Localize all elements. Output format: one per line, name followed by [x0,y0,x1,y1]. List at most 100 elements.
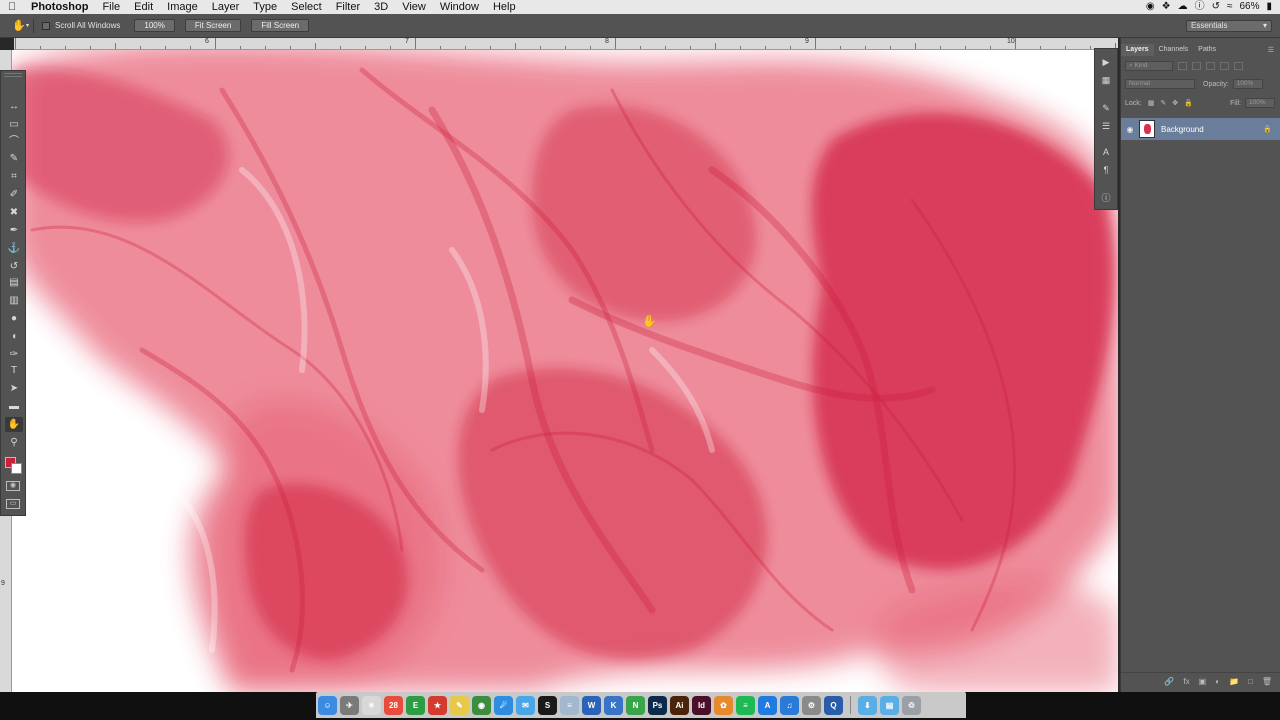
fill-screen-button[interactable]: Fill Screen [251,19,310,32]
info-icon[interactable]: ⓘ [1098,191,1114,205]
visibility-eye-icon[interactable]: ◉ [1121,125,1139,134]
paragraph-icon[interactable]: ¶ [1098,163,1114,177]
filter-type-icon[interactable] [1206,62,1215,70]
dock-safari-compass-icon[interactable]: ✴ [362,695,381,715]
menu-view[interactable]: View [395,0,433,14]
filter-smart-object-icon[interactable] [1234,62,1243,70]
tab-paths[interactable]: Paths [1193,44,1221,56]
brush-tool-icon[interactable]: ✒ [5,223,23,238]
lasso-tool-icon[interactable]: ⌒ [5,134,23,149]
panel-grip[interactable] [4,73,22,77]
layer-filter-select[interactable]: ⌕ Kind [1125,61,1173,71]
dock-textwrangler-icon[interactable]: ≡ [560,695,579,715]
menu-filter[interactable]: Filter [329,0,367,14]
dropbox-icon[interactable]: ❖ [1162,0,1171,14]
dock-spotify-icon[interactable]: ≡ [736,695,755,715]
dock-safari-icon[interactable]: ☄ [494,695,513,715]
workspace-switcher[interactable]: Essentials [1186,19,1272,32]
scroll-all-windows-checkbox[interactable] [42,21,51,30]
pen-tool-icon[interactable]: ✑ [5,347,23,362]
dock-keynote-icon[interactable]: K [604,695,623,715]
crop-tool-icon[interactable]: ⌗ [5,169,23,184]
lock-all-icon[interactable]: 🔒 [1184,99,1193,107]
layer-row-background[interactable]: ◉ Background 🔒 [1121,118,1280,140]
dock-skype-icon[interactable]: S [538,695,557,715]
filter-adjustment-icon[interactable] [1192,62,1201,70]
shape-tool-icon[interactable]: ▬ [5,399,23,414]
panel-menu-icon[interactable]: ☰ [1268,46,1274,54]
dock-word-icon[interactable]: W [582,695,601,715]
new-layer-icon[interactable]: □ [1248,677,1253,686]
dock-evernote-icon[interactable]: E [406,695,425,715]
layer-style-icon[interactable]: fx [1183,677,1189,686]
record-icon[interactable]: ◉ [1146,0,1155,14]
lock-transparency-icon[interactable]: ▦ [1148,99,1155,107]
menu-photoshop[interactable]: Photoshop [24,0,95,14]
battery-icon[interactable]: ▮ [1266,0,1272,14]
menu-layer[interactable]: Layer [205,0,247,14]
menu-3d[interactable]: 3D [367,0,395,14]
dock-photos-icon[interactable]: ✿ [714,695,733,715]
quick-mask-icon[interactable]: ◉ [6,481,20,491]
document-canvas[interactable]: ✋ [12,50,1118,692]
dock-photoshop-icon[interactable]: Ps [648,695,667,715]
new-group-icon[interactable]: 📁 [1229,677,1239,686]
background-color-swatch[interactable] [11,463,22,474]
adjustment-layer-icon[interactable]: ◐ [1215,677,1220,686]
quick-select-tool-icon[interactable]: ✎ [5,151,23,166]
adjustments-icon[interactable]: ☰ [1098,119,1114,133]
dock-downloads-folder-icon[interactable]: ⬇ [858,695,877,715]
gradient-tool-icon[interactable]: ▥ [5,293,23,308]
filter-pixel-icon[interactable] [1178,62,1187,70]
menu-type[interactable]: Type [246,0,284,14]
dock-documents-folder-icon[interactable]: ▤ [880,695,899,715]
character-icon[interactable]: A [1098,145,1114,159]
dock-quicktime-icon[interactable]: Q [824,695,843,715]
add-mask-icon[interactable]: ▣ [1199,677,1207,686]
dock-chrome-icon[interactable]: ◉ [472,695,491,715]
dock-notes-icon[interactable]: ✎ [450,695,469,715]
menu-window[interactable]: Window [433,0,486,14]
zoom-tool-icon[interactable]: ⚲ [5,435,23,450]
dock-numbers-icon[interactable]: N [626,695,645,715]
dock-wunderlist-icon[interactable]: ★ [428,695,447,715]
tab-layers[interactable]: Layers [1121,44,1154,56]
fit-screen-button[interactable]: Fit Screen [184,19,242,32]
dock-finder-icon[interactable]: ☺ [318,695,337,715]
dock-trash-icon[interactable]: ♲ [902,695,921,715]
menu-help[interactable]: Help [486,0,523,14]
play-actions-icon[interactable]: ▶ [1098,55,1114,69]
dock-itunes-icon[interactable]: ♫ [780,695,799,715]
dodge-tool-icon[interactable]: ◖ [5,329,23,344]
lock-pixels-icon[interactable]: ✎ [1160,99,1166,107]
menu-file[interactable]: File [95,0,127,14]
type-tool-icon[interactable]: T [5,363,23,378]
blur-tool-icon[interactable]: ● [5,311,23,326]
tab-channels[interactable]: Channels [1154,44,1194,56]
eyedropper-tool-icon[interactable]: ✐ [5,187,23,202]
healing-brush-tool-icon[interactable]: ✖ [5,205,23,220]
path-select-tool-icon[interactable]: ➤ [5,381,23,396]
time-machine-icon[interactable]: ↺ [1212,0,1220,14]
eraser-tool-icon[interactable]: ▤ [5,275,23,290]
brush-presets-icon[interactable]: ✎ [1098,101,1114,115]
menu-edit[interactable]: Edit [127,0,160,14]
dock-illustrator-icon[interactable]: Ai [670,695,689,715]
creative-cloud-icon[interactable]: ☁ [1178,0,1188,14]
move-tool-icon[interactable]: ↔ [5,99,23,114]
link-layers-icon[interactable]: 🔗 [1164,677,1174,686]
history-icon[interactable]: ▦ [1098,73,1114,87]
marquee-tool-icon[interactable]: ▭ [5,117,23,132]
dock-calendar-icon[interactable]: 28 [384,695,403,715]
filter-shape-icon[interactable] [1220,62,1229,70]
horizontal-ruler[interactable]: 6 7 8 9 10 [14,38,1118,50]
dock-system-preferences-icon[interactable]: ⚙ [802,695,821,715]
wifi-icon[interactable]: ≈ [1227,0,1233,14]
dock-messages-icon[interactable]: ✉ [516,695,535,715]
lock-position-icon[interactable]: ✥ [1172,99,1178,107]
blend-mode-select[interactable]: Normal [1125,79,1195,89]
tool-preset-dropdown-icon[interactable]: ▾ [26,22,29,29]
opacity-input[interactable]: 100% [1232,79,1263,89]
zoom-100-button[interactable]: 100% [134,19,175,32]
dock-launchpad-icon[interactable]: ✈ [340,695,359,715]
